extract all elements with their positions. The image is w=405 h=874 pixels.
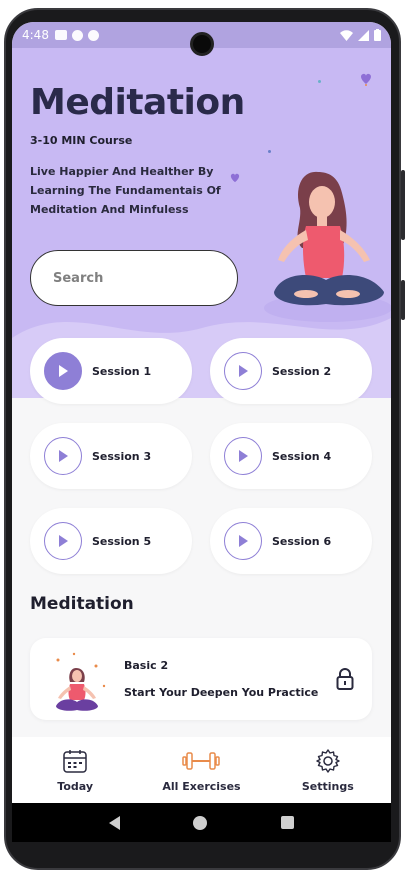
nav-label-all-exercises: All Exercises (162, 779, 241, 793)
nav-label-settings: Settings (301, 779, 354, 793)
hero-description: Live Happier And Healther By Learning Th… (30, 165, 221, 216)
dumbbell-icon (182, 751, 221, 770)
nav-item-settings[interactable]: Settings (265, 737, 391, 803)
meditation-thumbnail (56, 652, 106, 711)
calendar-icon (63, 749, 87, 773)
search-box[interactable] (30, 250, 238, 306)
nav-item-all-exercises[interactable]: All Exercises (138, 737, 264, 803)
session-label: Session 5 (92, 534, 152, 548)
system-navigation-bar (12, 803, 391, 842)
course-card[interactable]: Basic 2 Start Your Deepen You Practice (30, 638, 372, 720)
cloud-icon (71, 29, 83, 41)
section-title: Meditation (30, 594, 134, 614)
session-label: Session 6 (272, 534, 332, 548)
signal-icon (358, 29, 369, 41)
bottom-navigation: Today All Exercises Settings (12, 737, 391, 803)
battery-icon (374, 29, 381, 41)
gear-icon (316, 748, 340, 773)
play-icon (239, 535, 248, 547)
session-label: Session 2 (272, 364, 332, 378)
play-button[interactable] (44, 352, 82, 390)
back-icon[interactable] (108, 815, 120, 830)
power-button (401, 280, 405, 320)
play-button[interactable] (224, 522, 262, 560)
app-screen: 4:48 Meditation 3-10 MIN Course Live Hap… (12, 22, 391, 842)
page-title: Meditation (30, 82, 245, 123)
session-label: Session 3 (92, 449, 152, 463)
session-card-3[interactable]: Session 3 (30, 423, 192, 489)
volume-button (401, 170, 405, 240)
session-label: Session 4 (272, 449, 332, 463)
nav-item-today[interactable]: Today (12, 737, 138, 803)
session-card-6[interactable]: Session 6 (210, 508, 372, 574)
meditation-illustration (264, 171, 391, 322)
recent-apps-icon[interactable] (281, 816, 295, 829)
play-icon (59, 365, 68, 377)
session-card-2[interactable]: Session 2 (210, 338, 372, 404)
session-card-4[interactable]: Session 4 (210, 423, 372, 489)
session-card-5[interactable]: Session 5 (30, 508, 192, 574)
play-icon (239, 450, 248, 462)
home-icon[interactable] (193, 815, 208, 830)
play-button[interactable] (224, 437, 262, 475)
play-button[interactable] (224, 352, 262, 390)
front-camera (190, 32, 214, 56)
play-icon (59, 450, 68, 462)
wifi-icon (340, 29, 353, 41)
course-subtitle: Start Your Deepen You Practice (124, 686, 319, 699)
dot-decoration (268, 150, 271, 153)
session-card-1[interactable]: Session 1 (30, 338, 192, 404)
course-title: Basic 2 (124, 659, 169, 672)
dot-decoration (318, 80, 321, 83)
nav-label-today: Today (57, 779, 94, 793)
device-frame: 4:48 Meditation 3-10 MIN Course Live Hap… (0, 0, 405, 874)
play-button[interactable] (44, 522, 82, 560)
play-icon (59, 535, 68, 547)
play-icon (239, 365, 248, 377)
status-time: 4:48 (22, 28, 49, 42)
app-notification-icon (87, 29, 99, 41)
session-label: Session 1 (92, 364, 152, 378)
lock-icon (336, 668, 354, 690)
gmail-icon (54, 30, 67, 40)
search-input[interactable] (53, 270, 213, 286)
play-button[interactable] (44, 437, 82, 475)
course-duration: 3-10 MIN Course (30, 134, 133, 147)
heart-decoration-icon (361, 73, 371, 86)
